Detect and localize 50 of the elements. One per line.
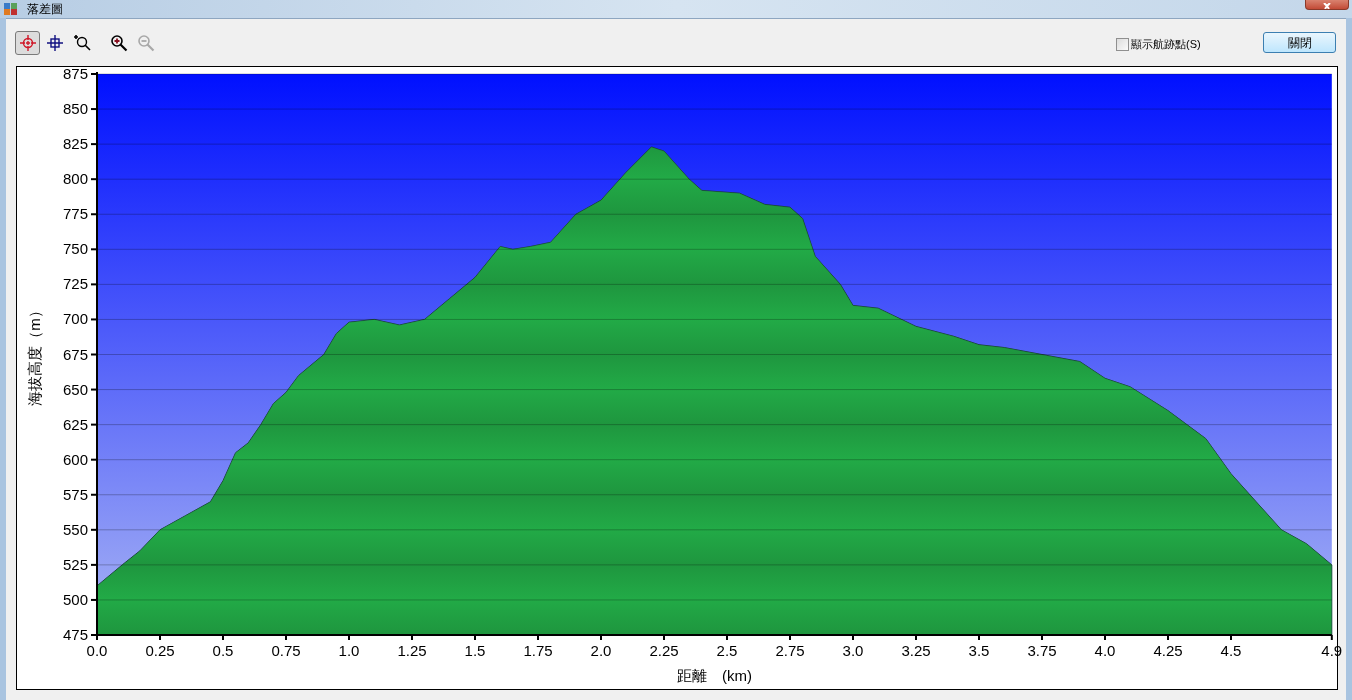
zoom-icon	[72, 33, 91, 52]
y-tick-label: 550	[62, 520, 88, 538]
checkbox-label: 顯示航跡點(S)	[1131, 37, 1201, 52]
y-tick-label: 825	[62, 135, 88, 153]
x-tick-label: 0.0	[86, 642, 108, 659]
y-tick-label: 800	[62, 170, 88, 188]
x-tick-label: 4.5	[1220, 642, 1242, 659]
zoom-in-icon	[109, 33, 128, 52]
x-tick-label: 3.25	[901, 642, 931, 659]
x-tick-label: 1.75	[523, 642, 553, 659]
y-tick-label: 675	[62, 345, 88, 363]
y-tick-label: 875	[62, 65, 88, 82]
y-tick-label: 650	[62, 380, 88, 398]
x-tick-label: 2.75	[775, 642, 805, 659]
crosshair-square-icon	[45, 33, 64, 52]
app-icon	[3, 2, 19, 16]
checkbox[interactable]	[1116, 37, 1129, 51]
x-tick-label: 4.0	[1094, 642, 1116, 659]
zoom-out-icon	[136, 33, 155, 52]
x-tick-label: 0.75	[271, 642, 301, 659]
x-tick-label: 2.5	[716, 642, 738, 659]
x-tick-label: 1.0	[338, 642, 360, 659]
y-tick-label: 475	[62, 626, 88, 643]
close-button[interactable]	[1305, 0, 1349, 10]
crosshair-icon	[18, 33, 37, 52]
x-tick-label: 1.5	[464, 642, 486, 659]
close-dialog-button[interactable]: 關閉	[1263, 32, 1336, 53]
y-tick-label: 700	[62, 310, 88, 328]
y-tick-label: 575	[62, 485, 88, 503]
x-tick-label: 2.25	[649, 642, 679, 659]
y-tick-label: 850	[62, 100, 88, 118]
y-tick-label: 725	[62, 275, 88, 293]
close-icon	[1322, 3, 1332, 9]
y-tick-label: 750	[62, 240, 88, 258]
y-tick-label: 525	[62, 555, 88, 573]
y-tick-label: 500	[62, 590, 88, 608]
x-tick-label: 0.5	[212, 642, 234, 659]
x-tick-label: 1.25	[397, 642, 427, 659]
x-tick-label: 2.0	[590, 642, 612, 659]
x-tick-label: 3.5	[968, 642, 990, 659]
y-axis-title: 海拔高度（m）	[26, 303, 43, 406]
y-tick-label: 775	[62, 205, 88, 223]
x-axis-title: 距離 (km)	[676, 667, 752, 684]
x-tick-label: 3.75	[1027, 642, 1057, 659]
y-tick-label: 600	[62, 450, 88, 468]
x-tick-label: 3.0	[842, 642, 864, 659]
x-tick-label: 4.25	[1153, 642, 1183, 659]
window-title: 落差圖	[27, 1, 63, 18]
x-tick-label: 0.25	[145, 642, 175, 659]
y-tick-label: 625	[62, 415, 88, 433]
